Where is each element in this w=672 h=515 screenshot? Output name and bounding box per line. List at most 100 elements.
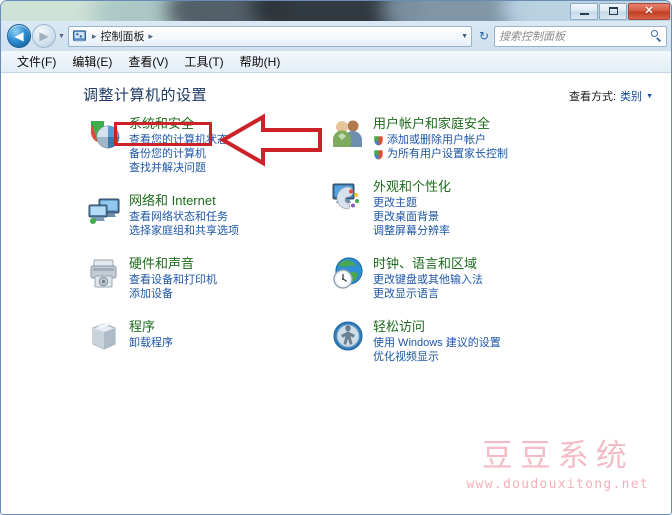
category-link[interactable]: 备份您的计算机 [129, 147, 307, 161]
category-link[interactable]: 查找并解决问题 [129, 161, 307, 175]
view-by-control: 查看方式: 类别 ▼ [569, 88, 653, 104]
category-link[interactable]: 查看您的计算机状态 [129, 133, 307, 147]
menu-bar: 文件(F) 编辑(E) 查看(V) 工具(T) 帮助(H) [1, 51, 671, 73]
category-link-label: 更改显示语言 [373, 288, 439, 300]
ease-of-access-icon [331, 319, 365, 353]
category-link-label: 更改键盘或其他输入法 [373, 274, 483, 286]
control-panel-window: ✕ ◀ ▶ ▼ ▸ 控制面板 ▸ ▼ ↻ 搜索控制面板 文件(F) 编辑(E) … [0, 0, 672, 515]
category-title[interactable]: 系统和安全 [129, 115, 194, 132]
category-link[interactable]: 调整屏幕分辨率 [373, 224, 561, 238]
control-panel-content: 调整计算机的设置 查看方式: 类别 ▼ 系统和安全 查看您的计算机状态 备份您的… [1, 73, 671, 514]
category-link[interactable]: 更改显示语言 [373, 287, 561, 301]
network-icon [87, 193, 121, 227]
category-link-label: 查看您的计算机状态 [129, 134, 228, 146]
shield-icon [373, 135, 384, 146]
shield-security-icon [87, 116, 121, 150]
category-column-left: 系统和安全 查看您的计算机状态 备份您的计算机 查找并解决问题 网络和 Inte… [87, 115, 307, 379]
category-link-label: 为所有用户设置家长控制 [387, 148, 508, 160]
category-link-label: 添加或删除用户帐户 [387, 134, 486, 146]
category-link-label: 使用 Windows 建议的设置 [373, 337, 501, 349]
chevron-down-icon: ▼ [58, 32, 65, 40]
category-link-label: 选择家庭组和共享选项 [129, 225, 239, 237]
address-dropdown-icon[interactable]: ▼ [458, 33, 468, 40]
page-title: 调整计算机的设置 [83, 87, 208, 104]
category-link[interactable]: 为所有用户设置家长控制 [373, 147, 561, 161]
back-arrow-icon: ◀ [14, 29, 24, 43]
forward-button[interactable]: ▶ [32, 24, 56, 48]
search-placeholder: 搜索控制面板 [499, 31, 565, 43]
category-link[interactable]: 使用 Windows 建议的设置 [373, 336, 561, 350]
search-input[interactable]: 搜索控制面板 [494, 25, 667, 47]
category-link[interactable]: 查看网络状态和任务 [129, 210, 307, 224]
category-link[interactable]: 添加设备 [129, 287, 307, 301]
watermark-brand: 豆豆系统 [481, 438, 634, 475]
category-link-label: 查找并解决问题 [129, 162, 206, 174]
category-title[interactable]: 轻松访问 [373, 318, 425, 335]
category-user-accounts: 用户帐户和家庭安全 添加或删除用户帐户 为所有用户设置家长控制 [331, 115, 561, 161]
address-bar-row: ◀ ▶ ▼ ▸ 控制面板 ▸ ▼ ↻ 搜索控制面板 [1, 21, 671, 51]
breadcrumb-control-panel[interactable]: 控制面板 [100, 28, 146, 44]
shield-icon [373, 149, 384, 160]
control-panel-icon [72, 29, 87, 43]
back-button[interactable]: ◀ [7, 24, 31, 48]
category-link[interactable]: 卸载程序 [129, 336, 307, 350]
breadcrumb-separator-2[interactable]: ▸ [146, 31, 157, 42]
category-title[interactable]: 程序 [129, 318, 155, 335]
maximize-button[interactable] [599, 2, 627, 20]
menu-item-file[interactable]: 文件(F) [9, 51, 64, 72]
category-network-and-internet: 网络和 Internet 查看网络状态和任务 选择家庭组和共享选项 [87, 192, 307, 238]
category-link-label: 更改桌面背景 [373, 211, 439, 223]
user-accounts-icon [331, 116, 365, 150]
category-link-label: 备份您的计算机 [129, 148, 206, 160]
search-icon [650, 30, 662, 42]
programs-icon [87, 319, 121, 353]
category-link[interactable]: 选择家庭组和共享选项 [129, 224, 307, 238]
menu-item-edit[interactable]: 编辑(E) [64, 51, 120, 72]
forward-arrow-icon: ▶ [39, 29, 49, 43]
minimize-button[interactable] [570, 2, 598, 20]
minimize-icon [579, 12, 589, 15]
hardware-sound-icon [87, 256, 121, 290]
title-bar: ✕ [1, 1, 671, 21]
window-controls: ✕ [569, 2, 670, 20]
category-title[interactable]: 硬件和声音 [129, 255, 194, 272]
category-link[interactable]: 更改主题 [373, 196, 561, 210]
clock-language-icon [331, 256, 365, 290]
category-link-label: 查看网络状态和任务 [129, 211, 228, 223]
menu-item-tools[interactable]: 工具(T) [176, 51, 231, 72]
category-system-and-security: 系统和安全 查看您的计算机状态 备份您的计算机 查找并解决问题 [87, 115, 307, 175]
close-icon: ✕ [644, 4, 654, 17]
view-by-value[interactable]: 类别 [620, 88, 642, 104]
close-button[interactable]: ✕ [628, 2, 670, 20]
category-title[interactable]: 时钟、语言和区域 [373, 255, 477, 272]
menu-item-help[interactable]: 帮助(H) [232, 51, 289, 72]
category-programs: 程序 卸载程序 [87, 318, 307, 362]
category-link[interactable]: 优化视频显示 [373, 350, 561, 364]
watermark-url: www.doudouxitong.net [466, 477, 649, 492]
category-title[interactable]: 外观和个性化 [373, 178, 451, 195]
refresh-button[interactable]: ↻ [474, 26, 494, 47]
category-link-label: 更改主题 [373, 197, 417, 209]
category-hardware-and-sound: 硬件和声音 查看设备和打印机 添加设备 [87, 255, 307, 301]
refresh-icon: ↻ [478, 29, 490, 43]
address-breadcrumb-bar[interactable]: ▸ 控制面板 ▸ ▼ [68, 25, 472, 47]
category-link-label: 添加设备 [129, 288, 173, 300]
chevron-down-icon[interactable]: ▼ [646, 93, 653, 100]
category-link[interactable]: 更改桌面背景 [373, 210, 561, 224]
menu-item-view[interactable]: 查看(V) [120, 51, 176, 72]
recent-pages-button[interactable]: ▼ [56, 33, 67, 40]
category-ease-of-access: 轻松访问 使用 Windows 建议的设置 优化视频显示 [331, 318, 561, 364]
category-clock-language-region: 时钟、语言和区域 更改键盘或其他输入法 更改显示语言 [331, 255, 561, 301]
watermark: 豆豆系统 www.doudouxitong.net [466, 440, 649, 492]
view-by-label: 查看方式: [569, 91, 617, 103]
maximize-icon [608, 7, 618, 15]
appearance-icon [331, 179, 365, 213]
category-link[interactable]: 添加或删除用户帐户 [373, 133, 561, 147]
category-title[interactable]: 用户帐户和家庭安全 [373, 115, 490, 132]
category-link[interactable]: 查看设备和打印机 [129, 273, 307, 287]
category-title[interactable]: 网络和 Internet [129, 192, 216, 209]
category-link-label: 卸载程序 [129, 337, 173, 349]
category-link[interactable]: 更改键盘或其他输入法 [373, 273, 561, 287]
breadcrumb-separator-1: ▸ [92, 30, 97, 41]
category-link-label: 优化视频显示 [373, 351, 439, 363]
